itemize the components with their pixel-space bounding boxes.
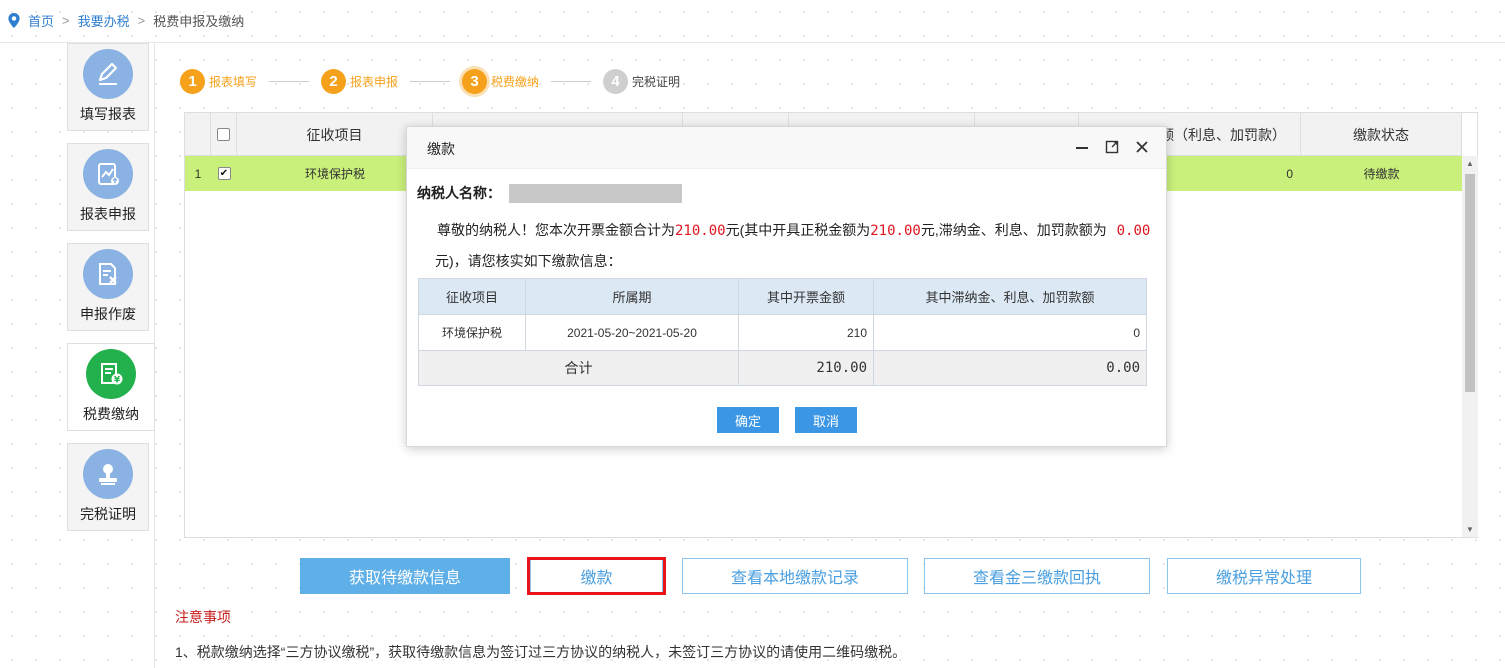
- detail-header: 其中开票金额: [739, 279, 874, 315]
- step-label: 报表填写: [209, 74, 258, 89]
- total-penalty: 0.00: [874, 351, 1146, 385]
- select-all-checkbox[interactable]: [217, 128, 230, 141]
- step-number: 2: [321, 68, 347, 94]
- header-index: [185, 113, 211, 156]
- header-status: 缴款状态: [1301, 113, 1462, 156]
- notice-title: 注意事项: [175, 609, 231, 625]
- row-checkbox[interactable]: ✔: [217, 167, 231, 180]
- tax-payment-icon: ¥: [86, 349, 136, 399]
- maximize-icon[interactable]: [1104, 139, 1120, 155]
- location-pin-icon: [8, 12, 20, 28]
- detail-header: 征收项目: [419, 279, 526, 315]
- report-chart-icon: [83, 149, 133, 199]
- total-label: 合计: [419, 351, 739, 385]
- scroll-down-icon[interactable]: ▼: [1466, 525, 1474, 534]
- row-checkbox-cell: ✔: [211, 156, 237, 191]
- breadcrumb-separator: >: [62, 12, 70, 28]
- sidebar-item-label: 完税证明: [80, 506, 136, 522]
- total-amount: 210.00: [739, 351, 874, 385]
- detail-header: 其中滞纳金、利息、加罚款额: [874, 279, 1146, 315]
- notice-line: 1、税款缴纳选择“三方协议缴税”，获取待缴款信息为签订过三方协议的纳税人，未签订…: [175, 644, 907, 660]
- exception-handling-button[interactable]: 缴税异常处理: [1167, 558, 1361, 594]
- sidebar-item-fill-report[interactable]: 填写报表: [67, 43, 149, 131]
- step-connector: [551, 80, 592, 82]
- payment-dialog: 缴款 纳税人名称： 尊敬的纳税人！您本次开票金额合计为210.00元(其中开具正…: [406, 126, 1167, 447]
- row-status: 待缴款: [1363, 167, 1400, 181]
- pay-button-highlight: [527, 557, 666, 595]
- msg-part-b: 元(其中开具正税金额为: [725, 222, 871, 238]
- row-index: 1: [194, 166, 202, 181]
- svg-text:¥: ¥: [114, 376, 121, 386]
- payment-message: 尊敬的纳税人！您本次开票金额合计为210.00元(其中开具正税金额为210.00…: [435, 215, 1157, 276]
- dialog-header: 缴款: [407, 127, 1166, 169]
- sidebar-item-tax-payment[interactable]: ¥ 税费缴纳: [67, 343, 155, 431]
- msg-part-a: 尊敬的纳税人！您本次开票金额合计为: [437, 222, 675, 238]
- detail-cell: 环境保护税: [419, 315, 526, 351]
- sidebar-item-label: 填写报表: [80, 106, 136, 122]
- step-connector: [410, 80, 451, 82]
- step-label: 报表申报: [350, 74, 399, 89]
- payment-detail-table: 征收项目 所属期 其中开票金额 其中滞纳金、利息、加罚款额 环境保护税 2021…: [418, 278, 1147, 386]
- jinsan-receipt-button[interactable]: 查看金三缴款回执: [924, 558, 1150, 594]
- step-4: 4 完税证明: [603, 68, 681, 94]
- detail-cell: 210: [739, 315, 874, 351]
- msg-part-c: 元,滞纳金、利息、加罚款额为: [920, 222, 1107, 238]
- amount-total: 210.00: [675, 223, 726, 239]
- detail-cell: 0: [874, 315, 1146, 351]
- sidebar-item-submit-report[interactable]: 报表申报: [67, 143, 149, 231]
- amount-tax: 210.00: [870, 223, 921, 239]
- stamp-icon: [83, 449, 133, 499]
- local-records-button[interactable]: 查看本地缴款记录: [682, 558, 908, 594]
- confirm-button[interactable]: 确定: [717, 407, 779, 433]
- taxpayer-label: 纳税人名称：: [417, 185, 501, 201]
- sidebar-item-label: 税费缴纳: [83, 406, 139, 422]
- breadcrumb: 首页 > 我要办税 > 税费申报及缴纳: [8, 11, 244, 29]
- breadcrumb-tax-link[interactable]: 我要办税: [78, 11, 130, 30]
- detail-cell: 2021-05-20~2021-05-20: [526, 315, 739, 351]
- close-icon[interactable]: [1134, 139, 1150, 155]
- step-1: 1 报表填写: [180, 68, 258, 94]
- get-pending-info-button[interactable]: 获取待缴款信息: [300, 558, 510, 594]
- progress-steps: 1 报表填写 2 报表申报 3 税费缴纳 4 完税证明: [180, 66, 680, 96]
- step-label: 完税证明: [632, 74, 681, 89]
- sidebar-item-label: 报表申报: [80, 206, 136, 222]
- step-2: 2 报表申报: [321, 68, 399, 94]
- row-item: 环境保护税: [304, 167, 365, 181]
- scroll-thumb[interactable]: [1465, 174, 1475, 392]
- sidebar-item-void-report[interactable]: 申报作废: [67, 243, 149, 331]
- dialog-title: 缴款: [427, 141, 455, 157]
- breadcrumb-home-link[interactable]: 首页: [28, 11, 54, 30]
- header-divider: [0, 42, 1505, 43]
- breadcrumb-current: 税费申报及缴纳: [153, 13, 245, 29]
- header-checkbox-cell: [211, 113, 237, 156]
- step-connector: [269, 80, 310, 82]
- amount-penalty: 0.00: [1116, 223, 1151, 239]
- document-cancel-icon: [83, 249, 133, 299]
- cancel-button[interactable]: 取消: [795, 407, 857, 433]
- step-number: 4: [603, 68, 629, 94]
- msg-part-d: 元)，请您核实如下缴款信息：: [435, 253, 622, 269]
- minimize-icon[interactable]: [1074, 139, 1090, 155]
- breadcrumb-separator: >: [137, 12, 146, 28]
- scroll-up-icon[interactable]: ▲: [1466, 159, 1474, 168]
- step-label: 税费缴纳: [491, 74, 540, 89]
- step-number: 3: [462, 68, 488, 94]
- pencil-icon: [83, 49, 133, 99]
- sidebar-item-tax-certificate[interactable]: 完税证明: [67, 443, 149, 531]
- taxpayer-name: 纳税人名称：: [417, 183, 682, 203]
- header-item: 征收项目: [237, 113, 433, 156]
- detail-header: 所属期: [526, 279, 739, 315]
- taxpayer-name-redacted: [509, 183, 682, 203]
- step-number: 1: [180, 68, 205, 94]
- dialog-controls: [1074, 139, 1150, 155]
- sidebar-item-label: 申报作废: [80, 306, 136, 322]
- step-3: 3 税费缴纳: [462, 68, 540, 94]
- table-scrollbar[interactable]: ▲ ▼: [1462, 156, 1478, 537]
